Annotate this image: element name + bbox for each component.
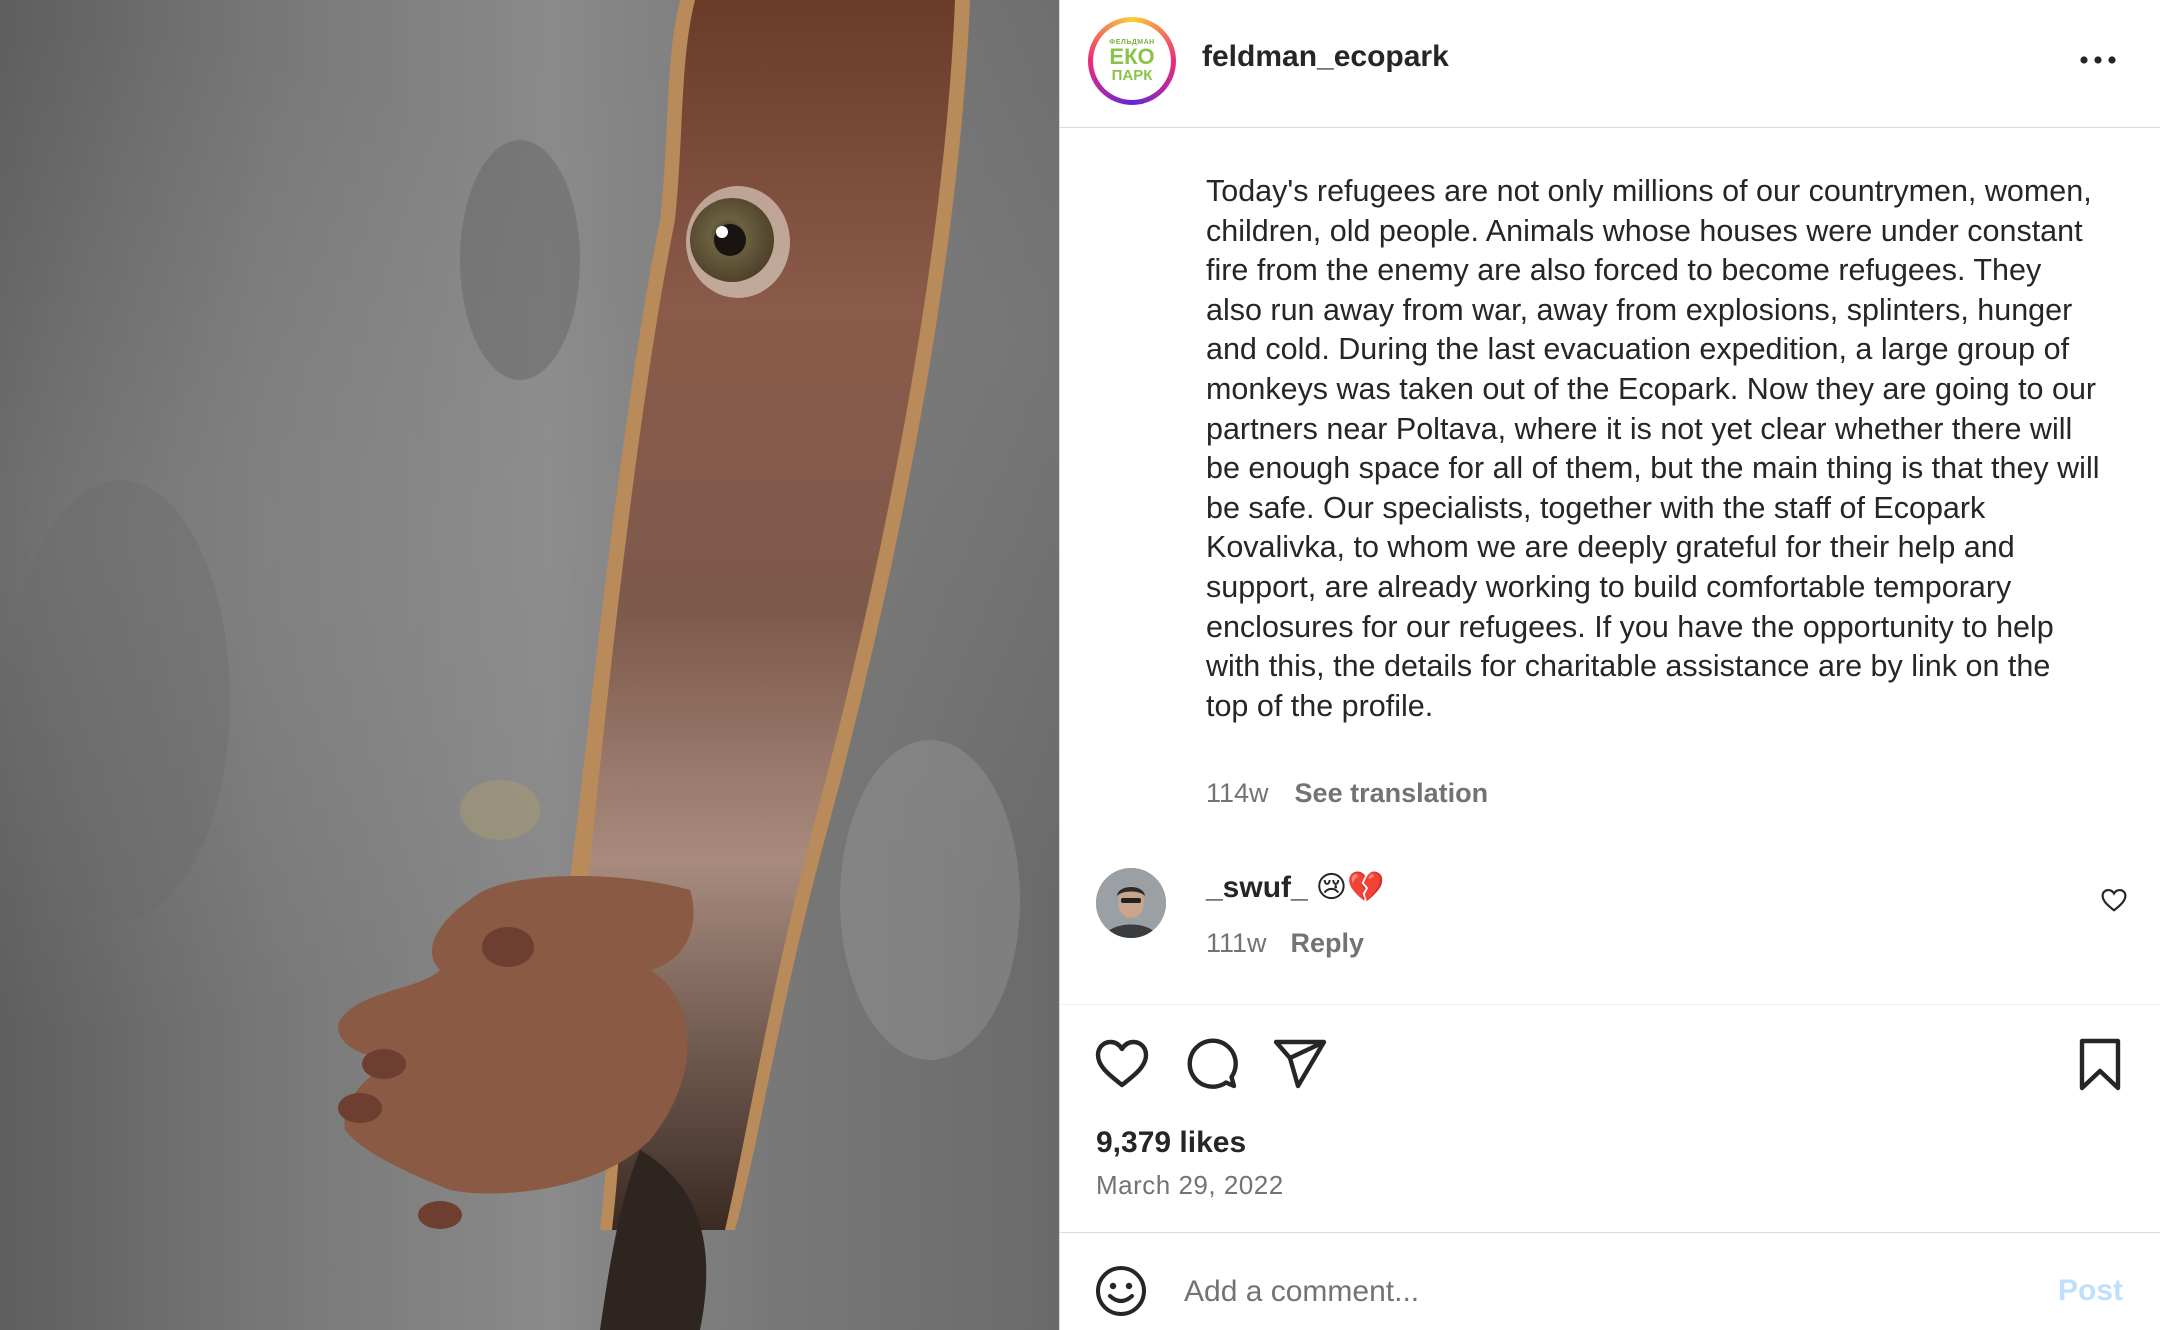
comment-avatar[interactable] xyxy=(1096,868,1166,938)
comment-icon[interactable] xyxy=(1183,1036,1239,1092)
comment-meta: 111w Reply xyxy=(1206,928,1364,959)
section-divider xyxy=(1060,1004,2160,1005)
comment-like-icon[interactable] xyxy=(2101,888,2127,912)
reply-button[interactable]: Reply xyxy=(1291,928,1365,958)
comment-age: 111w xyxy=(1206,928,1267,958)
post-button[interactable]: Post xyxy=(2058,1274,2123,1308)
avatar[interactable]: ФЕЛЬДМАН ЕКО ПАРК xyxy=(1088,17,1176,105)
logo-text-bottom: ПАРК xyxy=(1111,67,1153,84)
section-divider xyxy=(1060,1232,2160,1233)
post-photo xyxy=(0,0,1059,1330)
heart-icon[interactable] xyxy=(1094,1036,1150,1092)
comment-row: _swuf_ 😢💔 xyxy=(1206,870,1384,905)
vertical-divider xyxy=(1059,0,1060,1330)
comment-input[interactable] xyxy=(1184,1268,2024,1316)
likes-count[interactable]: 9,379 likes xyxy=(1096,1126,1246,1160)
logo-text-middle: ЕКО xyxy=(1109,44,1155,69)
monkey-peeking-photo xyxy=(10,0,1020,1330)
bookmark-icon[interactable] xyxy=(2072,1036,2128,1092)
post-caption: Today's refugees are not only millions o… xyxy=(1206,174,2100,723)
comment-text: 😢💔 xyxy=(1315,871,1385,904)
share-icon[interactable] xyxy=(1272,1036,1328,1092)
caption-meta: 114w See translation xyxy=(1206,778,1488,809)
comment-username[interactable]: _swuf_ xyxy=(1206,871,1308,904)
ecopark-logo: ФЕЛЬДМАН ЕКО ПАРК xyxy=(1093,22,1171,100)
emoji-icon[interactable] xyxy=(1094,1264,1148,1318)
post-username[interactable]: feldman_ecopark xyxy=(1202,40,1449,74)
user-photo-icon xyxy=(1096,868,1166,938)
see-translation-button[interactable]: See translation xyxy=(1295,778,1489,808)
post-date: March 29, 2022 xyxy=(1096,1170,1284,1200)
caption-age: 114w xyxy=(1206,778,1269,808)
more-horizontal-icon[interactable] xyxy=(2078,48,2118,72)
